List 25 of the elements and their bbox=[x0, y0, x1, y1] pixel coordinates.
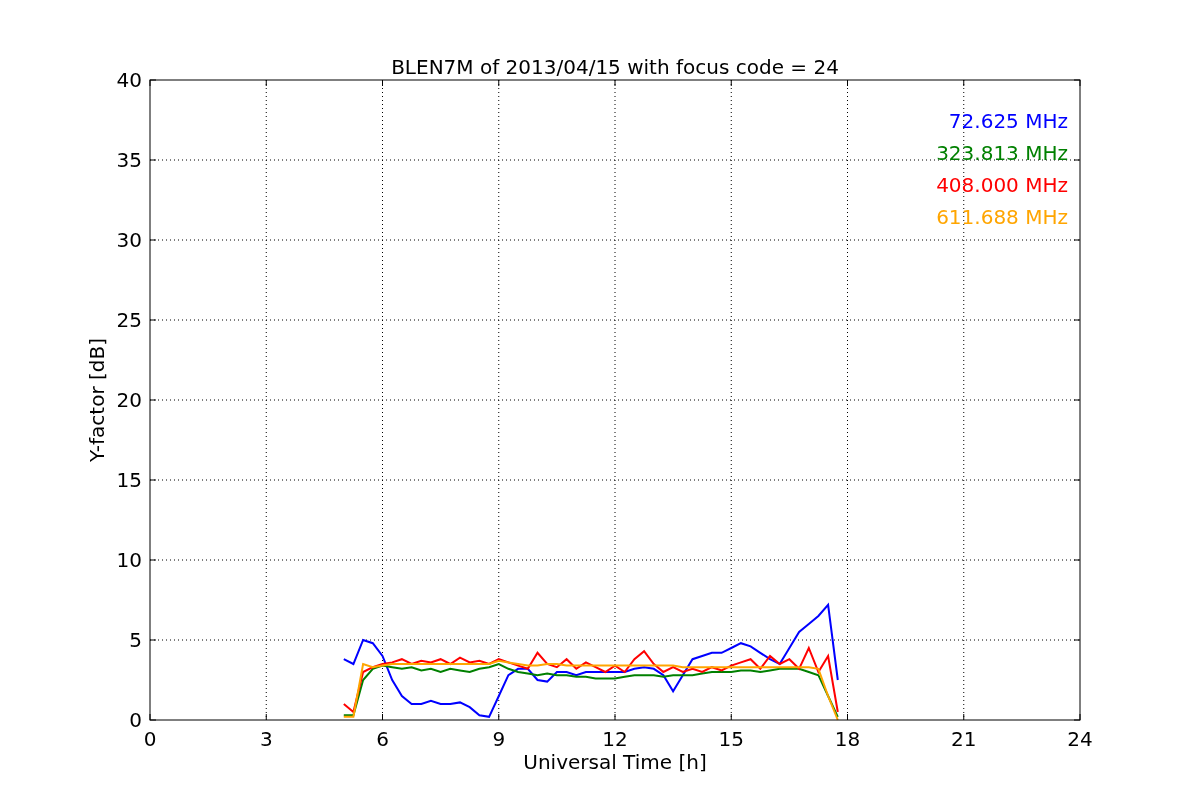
tick-label: 15 bbox=[718, 727, 744, 751]
tick-label: 21 bbox=[951, 727, 977, 751]
tick-label: 24 bbox=[1067, 727, 1093, 751]
tick-label: 9 bbox=[492, 727, 506, 751]
tick-label: 40 bbox=[116, 68, 142, 92]
axis-label: Y-factor [dB] bbox=[85, 338, 109, 462]
tick-label: 20 bbox=[116, 388, 142, 412]
tick-label: 10 bbox=[116, 548, 142, 572]
legend-label: 323.813 MHz bbox=[936, 141, 1068, 165]
tick-label: 25 bbox=[116, 308, 142, 332]
tick-label: 12 bbox=[602, 727, 628, 751]
tick-label: 0 bbox=[129, 708, 142, 732]
legend-label: 408.000 MHz bbox=[936, 173, 1068, 197]
chart-title: BLEN7M of 2013/04/15 with focus code = 24 bbox=[391, 55, 839, 79]
tick-label: 0 bbox=[143, 727, 157, 751]
tick-label: 5 bbox=[129, 628, 142, 652]
tick-label: 6 bbox=[376, 727, 389, 751]
tick-label: 30 bbox=[116, 228, 142, 252]
tick-label: 3 bbox=[259, 727, 273, 751]
tick-label: 35 bbox=[116, 148, 142, 172]
legend-label: 611.688 MHz bbox=[936, 205, 1068, 229]
tick-label: 18 bbox=[834, 727, 861, 751]
axis-label: Universal Time [h] bbox=[523, 750, 707, 774]
tick-label: 15 bbox=[116, 468, 142, 492]
legend-label: 72.625 MHz bbox=[948, 109, 1068, 133]
